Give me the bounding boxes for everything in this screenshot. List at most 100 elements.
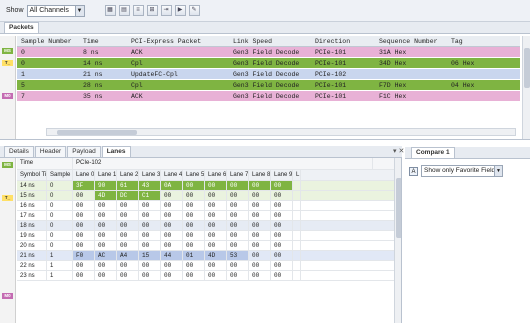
lanes-marker-m0[interactable]: M0 [2, 293, 13, 299]
packet-cell: 21 ns [83, 70, 103, 78]
chevron-down-icon: ▼ [494, 166, 502, 176]
lane-value-cell [293, 251, 301, 260]
lanes-subheader-cell[interactable]: Lane 9 [271, 170, 293, 180]
packet-cell: F1C Hex [379, 92, 407, 100]
lane-value-cell: 00 [161, 261, 183, 270]
lane-value-cell: 00 [249, 221, 271, 230]
packet-cell: ACK [131, 92, 143, 100]
lane-row[interactable]: 20 ns 0 00 00 00 00 00 00 00 00 00 00 [17, 241, 397, 251]
lane-sample-cell: 1 [47, 271, 73, 280]
lanes-subheader-cell[interactable]: Sample [47, 170, 73, 180]
lane-value-cell: 00 [73, 241, 95, 250]
packet-row[interactable]: 1 21 ns UpdateFC-Cpl Gen3 Field Decode PCIe-… [17, 69, 520, 80]
close-icon[interactable]: ✕ [398, 148, 404, 155]
lanes-subheader-cell[interactable]: Lane 8 [249, 170, 271, 180]
grid-icon[interactable]: ▦ [104, 5, 116, 16]
lane-value-cell: 00 [117, 231, 139, 240]
lane-value-cell [293, 181, 301, 190]
tab-details[interactable]: Details [4, 146, 34, 157]
packets-vscrollbar[interactable] [522, 36, 530, 139]
col-direction[interactable]: Direction [311, 38, 375, 45]
lanes-vscroll-thumb[interactable] [396, 178, 401, 238]
packet-cell: 0 [21, 59, 25, 67]
lanes-subheader-cell[interactable]: Lane 6 [205, 170, 227, 180]
lane-row[interactable]: 18 ns 0 00 00 00 00 00 00 00 00 00 00 [17, 221, 397, 231]
col-time[interactable]: Time [79, 38, 127, 45]
lanes-subheader-cell[interactable]: Lane 4 [161, 170, 183, 180]
lanes-subheader-cell[interactable]: Lane 3 [139, 170, 161, 180]
lane-sample-cell: 0 [47, 231, 73, 240]
packet-row[interactable]: 7 35 ns ACK Gen3 Field Decode PCIe-101 F1C He… [17, 91, 520, 102]
lane-row[interactable]: 19 ns 0 00 00 00 00 00 00 00 00 00 00 [17, 231, 397, 241]
col-pcie-packet[interactable]: PCI-Express Packet [127, 38, 229, 45]
vscroll-thumb[interactable] [524, 48, 530, 88]
lanes-subheader-cell[interactable]: Lane 2 [117, 170, 139, 180]
lane-value-cell: 00 [205, 241, 227, 250]
col-sample-number[interactable]: Sample Number [17, 38, 79, 45]
lane-row[interactable]: 22 ns 1 00 00 00 00 00 00 00 00 00 00 [17, 261, 397, 271]
lanes-marker-t[interactable]: T_ [2, 195, 13, 201]
config-icon[interactable]: ✎ [188, 5, 200, 16]
lane-value-cell: 0A [161, 181, 183, 190]
packet-cell: 0 [21, 48, 25, 56]
lane-row[interactable]: 15 ns 0 00 4D DC C1 00 00 00 00 00 00 [17, 191, 397, 201]
lane-value-cell: 00 [227, 241, 249, 250]
lane-value-cell: 00 [205, 231, 227, 240]
tab-packets[interactable]: Packets [4, 22, 39, 33]
pin-icon[interactable]: ▾ [393, 148, 397, 155]
lane-sample-cell: 0 [47, 201, 73, 210]
lane-value-cell: 00 [227, 231, 249, 240]
hscroll-thumb[interactable] [57, 130, 137, 135]
list-icon[interactable]: ≡ [132, 5, 144, 16]
compare-a-checkbox[interactable]: A [409, 166, 418, 176]
lanes-subheader-cell[interactable]: Lane 7 [227, 170, 249, 180]
lanes-vscrollbar[interactable] [394, 158, 401, 323]
lane-value-cell: 00 [271, 221, 293, 230]
lane-value-cell: 00 [117, 241, 139, 250]
lanes-subheader-cell[interactable]: Lane 1 [95, 170, 117, 180]
packets-hscrollbar[interactable] [46, 128, 516, 136]
channel-select[interactable]: All Channels ▼ [26, 4, 85, 17]
tab-lanes[interactable]: Lanes [101, 146, 131, 157]
lanes-subheader-cell[interactable]: L [293, 170, 301, 180]
tab-compare-1[interactable]: Compare 1 [411, 147, 455, 158]
lanes-marker-ms[interactable]: MS [2, 162, 13, 168]
tab-header[interactable]: Header [34, 146, 67, 157]
play-icon[interactable]: ▶ [174, 5, 186, 16]
marker-m0[interactable]: M0 [2, 93, 13, 99]
lane-value-cell: 00 [249, 261, 271, 270]
marker-t[interactable]: T_ [2, 60, 13, 66]
lane-value-cell: 00 [271, 181, 293, 190]
packet-cell: 28 ns [83, 81, 103, 89]
lane-sample-cell: 0 [47, 181, 73, 190]
lane-row[interactable]: 17 ns 0 00 00 00 00 00 00 00 00 00 00 [17, 211, 397, 221]
favorite-fields-select[interactable]: Show only Favorite Fields ▼ [421, 165, 503, 177]
lanes-subheader-cell[interactable]: Lane 0 [73, 170, 95, 180]
col-time-top[interactable]: Time [17, 158, 73, 169]
packet-row[interactable]: 5 28 ns Cpl Gen3 Field Decode PCIe-101 F7D He… [17, 80, 520, 91]
lanes-subheader-cell[interactable]: Lane 5 [183, 170, 205, 180]
packet-row[interactable]: 0 8 ns ACK Gen3 Field Decode PCIe-101 31A Hex [17, 47, 520, 58]
col-sequence-number[interactable]: Sequence Number [375, 38, 447, 45]
lane-row[interactable]: 21 ns 1 F0 AC A4 15 44 01 4D 53 00 00 [17, 251, 397, 261]
lanes-subheader-cell[interactable]: Symbol Time [17, 170, 47, 180]
tab-payload[interactable]: Payload [67, 146, 101, 157]
lane-value-cell: 00 [161, 221, 183, 230]
marker-ms[interactable]: MS [2, 48, 13, 54]
packet-cell: PCIe-101 [315, 48, 347, 56]
col-link-speed[interactable]: Link Speed [229, 38, 311, 45]
col-tag[interactable]: Tag [447, 38, 507, 45]
lane-value-cell: 00 [117, 221, 139, 230]
lane-row[interactable]: 16 ns 0 00 00 00 00 00 00 00 00 00 00 [17, 201, 397, 211]
packet-row[interactable]: 0 14 ns Cpl Gen3 Field Decode PCIe-101 34D He… [17, 58, 520, 69]
lane-value-cell: 00 [205, 201, 227, 210]
lane-value-cell: 00 [95, 201, 117, 210]
tree-icon[interactable]: ⊞ [146, 5, 158, 16]
export-icon[interactable]: ⇥ [160, 5, 172, 16]
col-pcie-102[interactable]: PCIe-102 [73, 158, 373, 169]
filter-icon[interactable]: ▤ [118, 5, 130, 16]
lane-value-cell: 00 [117, 201, 139, 210]
lane-value-cell: 00 [161, 201, 183, 210]
lane-row[interactable]: 14 ns 0 3F 90 61 43 0A 00 00 00 00 00 [17, 181, 397, 191]
lane-row[interactable]: 23 ns 1 00 00 00 00 00 00 00 00 00 00 [17, 271, 397, 281]
